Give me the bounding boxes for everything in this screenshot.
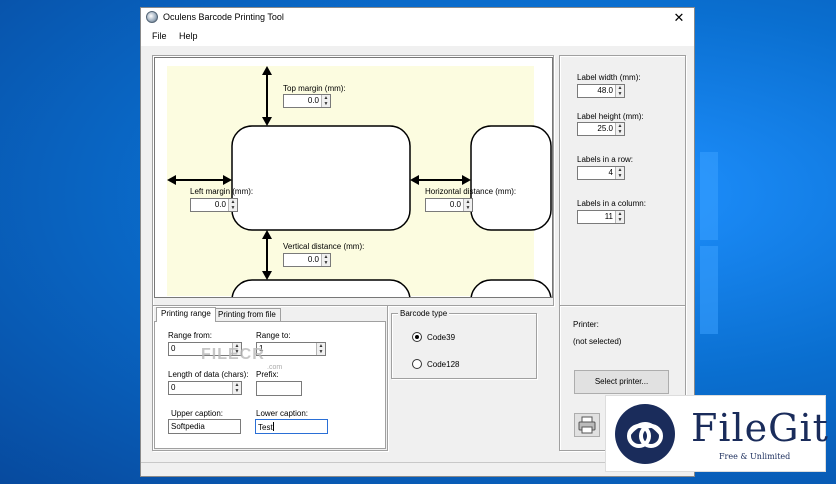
- length-of-data-spinner[interactable]: 0 ▲ ▼: [168, 381, 242, 395]
- top-margin-spinner[interactable]: 0.0 ▲ ▼: [283, 94, 331, 108]
- menu-bar: File Help: [141, 28, 694, 46]
- brand-name: FileGit: [691, 406, 829, 450]
- menu-file[interactable]: File: [152, 31, 167, 41]
- prefix-input[interactable]: [256, 381, 302, 396]
- upper-caption-input[interactable]: Softpedia: [168, 419, 241, 434]
- spinner-arrows[interactable]: ▲ ▼: [615, 85, 624, 97]
- radio-code128[interactable]: [412, 359, 422, 369]
- labels-in-column-spinner[interactable]: 11 ▲ ▼: [577, 210, 625, 224]
- spinner-arrows[interactable]: ▲ ▼: [321, 95, 330, 107]
- windows-logo-tile: [700, 152, 718, 240]
- label-shape: [231, 279, 411, 297]
- barcode-type-label: Barcode type: [398, 309, 450, 318]
- spinner-arrows[interactable]: ▲ ▼: [316, 343, 325, 355]
- spinner-arrows[interactable]: ▲ ▼: [232, 382, 241, 394]
- horizontal-distance-label: Horizontal distance (mm):: [425, 187, 517, 196]
- label-shape: [231, 125, 411, 231]
- spinner-arrows[interactable]: ▲ ▼: [615, 167, 624, 179]
- range-to-label: Range to:: [256, 331, 291, 340]
- text-caret: [272, 422, 274, 431]
- label-shape: [470, 125, 552, 231]
- labels-in-row-spinner[interactable]: 4 ▲ ▼: [577, 166, 625, 180]
- printer-icon: [578, 416, 596, 434]
- range-from-label: Range from:: [168, 331, 213, 340]
- code128-label[interactable]: Code128: [427, 360, 459, 369]
- lower-caption-input[interactable]: Test: [255, 419, 328, 434]
- upper-caption-label: Upper caption:: [171, 409, 224, 418]
- radio-code39[interactable]: [412, 332, 422, 342]
- spinner-arrows[interactable]: ▲ ▼: [228, 199, 237, 211]
- printer-status: (not selected): [573, 337, 622, 346]
- barcode-type-group: [391, 313, 537, 379]
- filegit-logo-icon: [615, 404, 675, 464]
- label-layout-preview: [154, 57, 553, 298]
- spinner-arrows[interactable]: ▲ ▼: [615, 123, 624, 135]
- lower-caption-label: Lower caption:: [256, 409, 309, 418]
- spinner-arrows[interactable]: ▲ ▼: [463, 199, 472, 211]
- lower-caption-text: Test: [258, 423, 273, 432]
- left-margin-label: Left margin (mm):: [190, 187, 254, 196]
- spinner-arrows[interactable]: ▲ ▼: [321, 254, 330, 266]
- label-layout-diagram: [155, 58, 552, 297]
- menu-help[interactable]: Help: [179, 31, 198, 41]
- brand-tagline: Free & Unlimited: [719, 452, 791, 461]
- vertical-distance-spinner[interactable]: 0.0 ▲ ▼: [283, 253, 331, 267]
- length-of-data-label: Length of data (chars):: [168, 370, 249, 379]
- horizontal-distance-spinner[interactable]: 0.0 ▲ ▼: [425, 198, 473, 212]
- labels-in-column-label: Labels in a column:: [577, 199, 646, 208]
- app-icon: [146, 11, 158, 23]
- label-width-spinner[interactable]: 48.0 ▲ ▼: [577, 84, 625, 98]
- window-title: Oculens Barcode Printing Tool: [163, 12, 284, 22]
- labels-in-row-label: Labels in a row:: [577, 155, 634, 164]
- range-to-spinner[interactable]: 1 ▲ ▼: [256, 342, 326, 356]
- label-shape: [470, 279, 552, 297]
- close-button[interactable]: ✕: [664, 8, 694, 28]
- label-height-spinner[interactable]: 25.0 ▲ ▼: [577, 122, 625, 136]
- tab-printing-from-file[interactable]: Printing from file: [213, 308, 281, 322]
- watermark-text: FILECR: [201, 346, 265, 363]
- print-button[interactable]: [574, 413, 600, 437]
- left-margin-spinner[interactable]: 0.0 ▲ ▼: [190, 198, 238, 212]
- label-height-label: Label height (mm):: [577, 112, 644, 121]
- watermark-sub: .com: [267, 364, 283, 371]
- brand-overlay: FileGit Free & Unlimited: [605, 395, 829, 472]
- printer-label: Printer:: [573, 320, 599, 329]
- title-bar[interactable]: Oculens Barcode Printing Tool ✕: [141, 8, 694, 28]
- prefix-label: Prefix:: [256, 370, 279, 379]
- spinner-arrows[interactable]: ▲ ▼: [615, 211, 624, 223]
- windows-logo-tile: [700, 246, 718, 334]
- vertical-distance-label: Vertical distance (mm):: [283, 242, 365, 251]
- top-margin-label: Top margin (mm):: [283, 84, 346, 93]
- tab-printing-range[interactable]: Printing range: [156, 307, 216, 322]
- code39-label[interactable]: Code39: [427, 333, 455, 342]
- label-width-label: Label width (mm):: [577, 73, 641, 82]
- select-printer-button[interactable]: Select printer...: [574, 370, 669, 394]
